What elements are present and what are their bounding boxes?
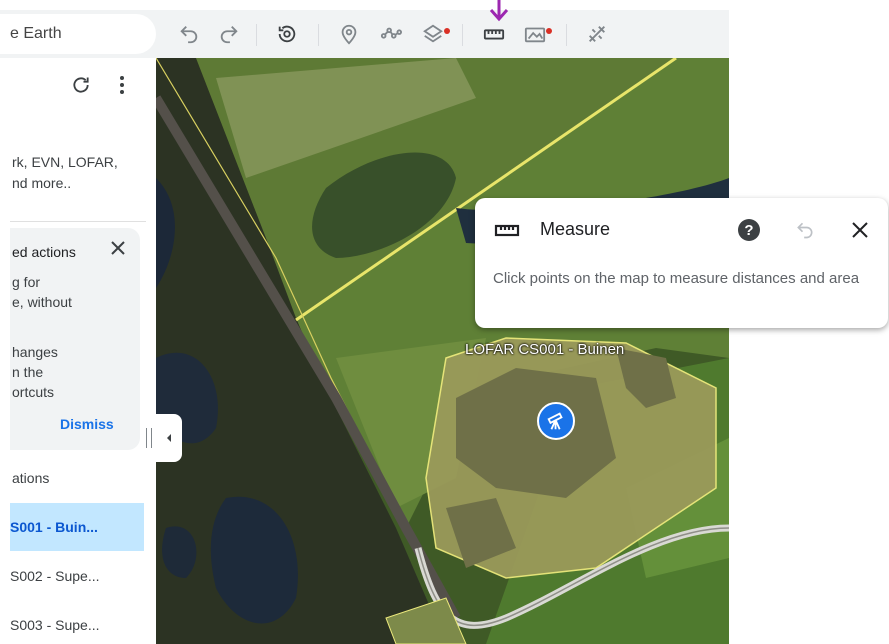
panel-resize-handle[interactable] xyxy=(146,428,152,448)
google-earth-window: e Earth rk, EVN, LOFAR, nd more.. ed act… xyxy=(0,0,889,644)
project-description-line2: nd more.. xyxy=(12,175,72,191)
toolbar-divider xyxy=(462,24,463,46)
card-text-line4: n the xyxy=(12,364,44,380)
side-panel: rk, EVN, LOFAR, nd more.. ed actions g f… xyxy=(10,58,156,644)
card-title: ed actions xyxy=(12,244,76,260)
divider xyxy=(10,221,146,222)
search-text: e Earth xyxy=(10,25,62,42)
path-icon[interactable] xyxy=(378,21,404,47)
measure-title: Measure xyxy=(540,219,611,239)
list-item[interactable]: S003 - Supe... xyxy=(10,601,144,644)
placemark-icon[interactable] xyxy=(336,21,362,47)
list-item[interactable]: S002 - Supe... xyxy=(10,552,144,600)
list-item[interactable]: S001 - Buin... xyxy=(10,503,144,551)
card-text-line1: g for xyxy=(12,274,41,290)
telescope-pin-icon[interactable] xyxy=(537,402,575,440)
search-box[interactable]: e Earth xyxy=(0,14,156,54)
list-item-label: S002 - Supe... xyxy=(10,568,100,584)
svg-text:?: ? xyxy=(744,222,753,239)
ruler-icon[interactable] xyxy=(481,21,507,47)
close-icon[interactable] xyxy=(846,216,874,244)
ruler-icon xyxy=(493,218,521,242)
list-item-label: S001 - Buin... xyxy=(10,519,98,535)
tools-icon[interactable] xyxy=(584,21,610,47)
card-text-line2: e, without xyxy=(12,294,72,310)
toolbar-divider xyxy=(256,24,257,46)
toolbar-divider xyxy=(318,24,319,46)
collapse-panel-button[interactable] xyxy=(156,414,182,462)
refresh-icon[interactable] xyxy=(68,72,94,98)
card-text-line3: hanges xyxy=(12,344,58,360)
section-label: ations xyxy=(12,470,50,486)
layers-icon[interactable] xyxy=(420,21,446,47)
undo-icon[interactable] xyxy=(176,21,202,47)
close-icon[interactable] xyxy=(106,236,130,260)
project-description-line1: rk, EVN, LOFAR, xyxy=(12,154,118,170)
measure-dialog: Measure ? Click points on the map to mea… xyxy=(475,198,888,328)
map-view[interactable] xyxy=(156,58,729,644)
measure-description: Click points on the map to measure dista… xyxy=(493,270,860,287)
highlight-arrow-icon xyxy=(489,0,509,22)
suggested-actions-card: ed actions g for e, without hanges n the… xyxy=(10,228,140,450)
undo-icon[interactable] xyxy=(791,216,819,244)
top-toolbar: e Earth xyxy=(0,10,729,58)
map-place-label[interactable]: LOFAR CS001 - Buinen xyxy=(465,341,624,358)
satellite-imagery xyxy=(156,58,729,644)
list-item-label: S003 - Supe... xyxy=(10,617,100,633)
dismiss-button[interactable]: Dismiss xyxy=(60,416,114,432)
help-icon[interactable]: ? xyxy=(735,216,763,244)
redo-icon[interactable] xyxy=(216,21,242,47)
card-text-line5: ortcuts xyxy=(12,384,55,400)
map-features-icon[interactable] xyxy=(522,21,548,47)
notification-dot xyxy=(546,28,552,34)
history-icon[interactable] xyxy=(274,21,300,47)
chevron-left-icon xyxy=(167,434,171,442)
more-vert-icon[interactable] xyxy=(110,72,134,98)
toolbar-divider xyxy=(566,24,567,46)
notification-dot xyxy=(444,28,450,34)
